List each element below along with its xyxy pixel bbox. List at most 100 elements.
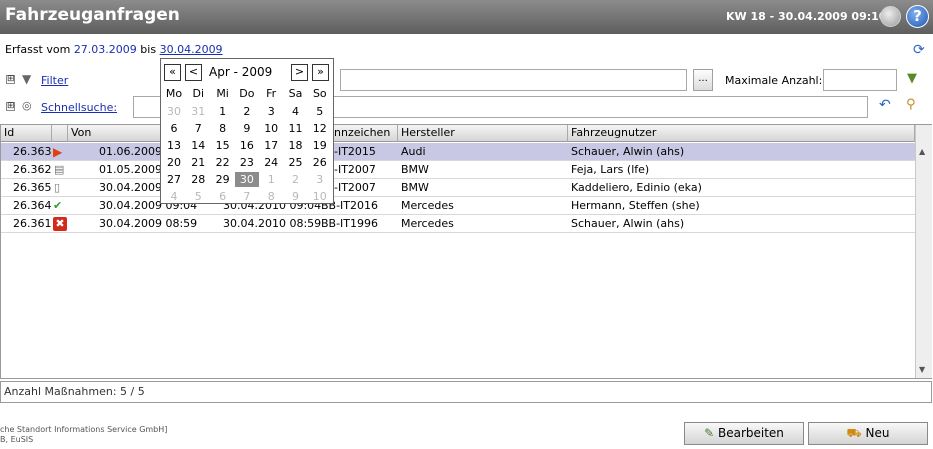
col-header-status[interactable] <box>52 125 68 142</box>
help-icon[interactable]: ? <box>906 5 929 28</box>
calendar-month-label: Apr - 2009 <box>209 65 273 79</box>
col-header-hersteller[interactable]: Hersteller <box>398 125 568 142</box>
vertical-scrollbar[interactable]: ▲ ▼ <box>915 125 932 378</box>
calendar-day[interactable]: 30 <box>234 172 259 187</box>
weekday-label: Sa <box>288 87 303 100</box>
new-button[interactable]: ⛟ Neu <box>808 422 928 445</box>
calendar-day[interactable]: 10 <box>259 121 283 136</box>
calendar-day[interactable]: 16 <box>235 138 259 153</box>
calendar-day[interactable]: 30 <box>162 104 186 119</box>
refresh-icon[interactable]: ⟳ <box>913 42 925 58</box>
cell-kennzeichen: BB-IT1996 <box>321 217 379 230</box>
table-row[interactable]: 26.365 ▯ 30.04.2009 -IT2007 BMW Kaddelie… <box>1 179 916 197</box>
undo-icon[interactable]: ↶ <box>879 97 891 113</box>
calendar-day[interactable]: 27 <box>162 172 186 187</box>
calendar-day[interactable]: 28 <box>186 172 210 187</box>
max-count-label: Maximale Anzahl: <box>725 74 823 87</box>
col-header-fahrzeugnutzer[interactable]: Fahrzeugnutzer <box>568 125 915 142</box>
calendar-day[interactable]: 11 <box>284 121 308 136</box>
cell-hersteller: BMW <box>401 181 429 194</box>
calendar-day[interactable]: 25 <box>284 155 308 170</box>
calendar-day[interactable]: 2 <box>284 172 308 187</box>
calendar-day[interactable]: 5 <box>308 104 332 119</box>
globe-icon[interactable] <box>880 6 901 27</box>
col-header-kennzeichen[interactable]: nnzeichen <box>326 125 398 142</box>
scroll-down-icon[interactable]: ▼ <box>919 365 925 374</box>
cell-von: 30.04.2009 08:59 <box>99 217 198 230</box>
cell-nutzer: Schauer, Alwin (ahs) <box>571 217 685 230</box>
calendar-day[interactable]: 20 <box>162 155 186 170</box>
max-count-input[interactable] <box>823 69 897 91</box>
calendar-day[interactable]: 22 <box>211 155 235 170</box>
filter-link[interactable]: Filter <box>41 74 68 87</box>
calendar-day[interactable]: 4 <box>162 189 186 204</box>
quicksearch-link[interactable]: Schnellsuche: <box>41 101 117 114</box>
footer-company: che Standort Informations Service GmbH] <box>0 425 168 434</box>
calendar-day[interactable]: 3 <box>308 172 332 187</box>
calendar-day[interactable]: 13 <box>162 138 186 153</box>
calendar-day[interactable]: 2 <box>235 104 259 119</box>
binoculars-icon: ◎ <box>22 99 32 112</box>
calendar-day[interactable]: 9 <box>235 121 259 136</box>
calendar-day[interactable]: 7 <box>186 121 210 136</box>
cell-hersteller: BMW <box>401 163 429 176</box>
next-year-button[interactable]: » <box>312 64 329 81</box>
cell-nutzer: Kaddeliero, Edinio (eka) <box>571 181 702 194</box>
calendar-day[interactable]: 12 <box>308 121 332 136</box>
calendar-day[interactable]: 31 <box>186 104 210 119</box>
prev-year-button[interactable]: « <box>164 64 181 81</box>
calendar-day[interactable]: 6 <box>211 189 235 204</box>
table-row[interactable]: 26.361 ✖ 30.04.2009 08:59 30.04.2010 08:… <box>1 215 916 233</box>
calendar-day[interactable]: 29 <box>211 172 235 187</box>
calendar-day[interactable]: 3 <box>259 104 283 119</box>
calendar-day[interactable]: 15 <box>211 138 235 153</box>
cell-von: 30.04.2009 <box>99 181 162 194</box>
calendar-day[interactable]: 24 <box>259 155 283 170</box>
edit-button-label: Bearbeiten <box>717 426 784 440</box>
table-row[interactable]: 26.364 ✔ 30.04.2009 09:04 30.04.2010 09:… <box>1 197 916 215</box>
calendar-day[interactable]: 5 <box>186 189 210 204</box>
calendar-day[interactable]: 23 <box>235 155 259 170</box>
weekday-label: Fr <box>266 87 277 100</box>
filter-browse-button[interactable]: ... <box>693 69 713 91</box>
edit-icon: ✎ <box>704 426 715 440</box>
calendar-day[interactable]: 21 <box>186 155 210 170</box>
calendar-day[interactable]: 9 <box>284 189 308 204</box>
calendar-day[interactable]: 19 <box>308 138 332 153</box>
play-icon: ▶ <box>53 145 63 159</box>
calendar-day[interactable]: 6 <box>162 121 186 136</box>
date-to-link[interactable]: 30.04.2009 <box>160 43 223 56</box>
next-month-button[interactable]: > <box>291 64 308 81</box>
calendar-day[interactable]: 7 <box>235 189 259 204</box>
calendar-day[interactable]: 4 <box>284 104 308 119</box>
calendar-day[interactable]: 17 <box>259 138 283 153</box>
document-icon: ▯ <box>54 181 61 194</box>
cell-von: 01.06.2009 <box>99 145 162 158</box>
calendar-day[interactable]: 8 <box>211 121 235 136</box>
calendar-day[interactable]: 18 <box>284 138 308 153</box>
date-from-link[interactable]: 27.03.2009 <box>74 43 137 56</box>
col-header-id[interactable]: Id <box>1 125 52 142</box>
prev-month-button[interactable]: < <box>185 64 202 81</box>
cell-hersteller: Audi <box>401 145 426 158</box>
calendar-day[interactable]: 14 <box>186 138 210 153</box>
calendar-day[interactable]: 8 <box>259 189 283 204</box>
date-range-prefix: Erfasst vom <box>5 43 71 56</box>
date-range: Erfasst vom 27.03.2009 bis 30.04.2009 <box>5 43 223 56</box>
table-row[interactable]: 26.362 ▤ 01.05.2009 -IT2007 BMW Feja, La… <box>1 161 916 179</box>
new-vehicle-icon: ⛟ <box>846 426 862 440</box>
apply-filter-icon[interactable]: ▼ <box>907 71 917 86</box>
calendar-day[interactable]: 26 <box>308 155 332 170</box>
calendar-day[interactable]: 1 <box>211 104 235 119</box>
calendar-day[interactable]: 10 <box>308 189 332 204</box>
edit-button[interactable]: ✎ Bearbeiten <box>684 422 804 445</box>
table-row[interactable]: 26.363 ▶ 01.06.2009 -IT2015 Audi Schauer… <box>1 143 916 161</box>
weekday-label: Di <box>192 87 205 100</box>
search-icon[interactable]: ⚲ <box>906 97 916 112</box>
cell-id: 26.361 <box>13 217 52 230</box>
expand-filter-icon[interactable]: ⊞ <box>6 75 15 84</box>
filter-input[interactable] <box>340 69 687 91</box>
scroll-up-icon[interactable]: ▲ <box>919 147 925 156</box>
calendar-day[interactable]: 1 <box>259 172 283 187</box>
expand-quicksearch-icon[interactable]: ⊞ <box>6 102 15 111</box>
